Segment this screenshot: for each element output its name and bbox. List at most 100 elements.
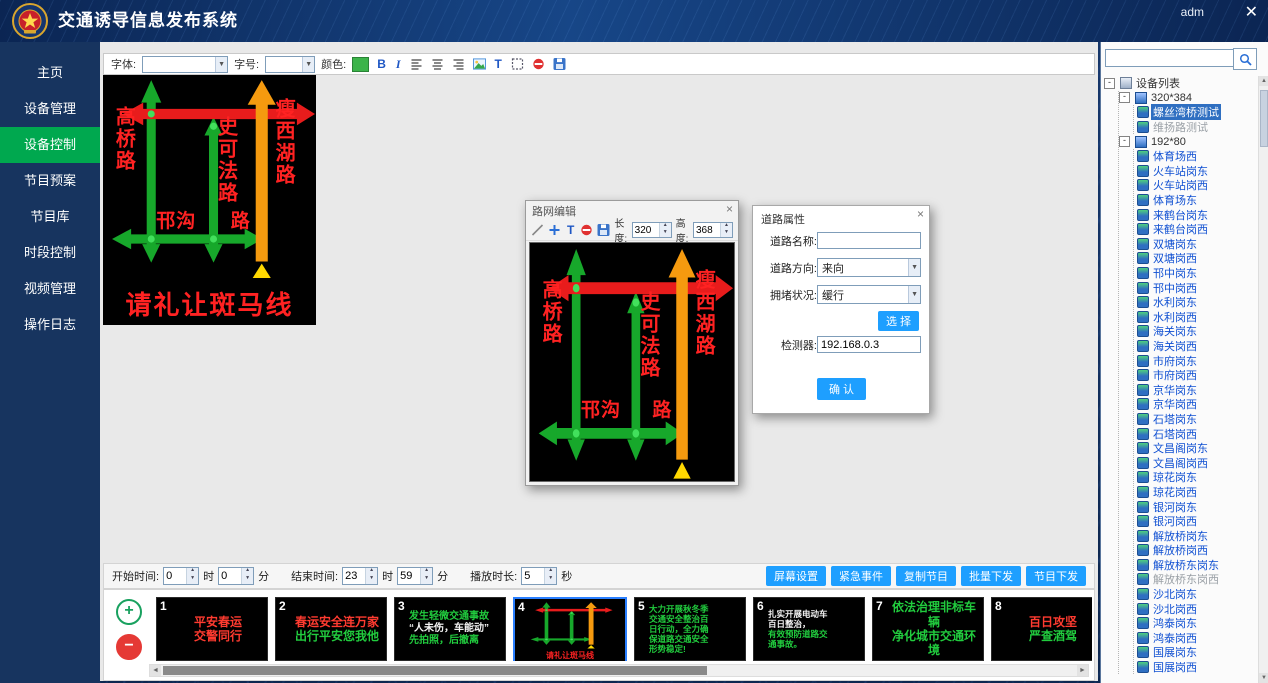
font-family-select[interactable]: ▼ — [142, 56, 228, 73]
insert-image-icon[interactable] — [472, 57, 487, 71]
roadnet-canvas[interactable]: 高桥路 史可法路 瘦西湖路 邗沟 路 — [529, 242, 735, 482]
tree-expander-icon[interactable]: - — [1119, 92, 1130, 103]
tree-device-item[interactable]: 海关岗东 — [1134, 324, 1258, 339]
window-close-button[interactable]: ✕ — [1245, 2, 1258, 22]
start-minute-input[interactable]: ▲▼ — [218, 567, 254, 585]
sidebar-item-6[interactable]: 视频管理 — [0, 271, 100, 307]
start-hour-input[interactable]: ▲▼ — [163, 567, 199, 585]
tree-device-item[interactable]: 石塔岗东 — [1134, 412, 1258, 427]
tree-device-item[interactable]: 琼花岗西 — [1134, 485, 1258, 500]
tree-device-item[interactable]: 国展岗西 — [1134, 660, 1258, 675]
tree-expander-icon[interactable]: - — [1104, 78, 1115, 89]
tree-device-item[interactable]: 市府岗东 — [1134, 353, 1258, 368]
device-search-input[interactable] — [1105, 49, 1243, 67]
vertical-scrollbar[interactable]: ▲ ▼ — [1258, 76, 1268, 683]
program-thumb-6[interactable]: 6扎实开展电动车百日整治，有效预防道路交通事故。 — [753, 597, 865, 661]
spinner[interactable]: ▲▼ — [659, 223, 671, 237]
tree-device-item[interactable]: 双塘岗东 — [1134, 237, 1258, 252]
tree-device-item[interactable]: 水利岗东 — [1134, 295, 1258, 310]
confirm-button[interactable]: 确 认 — [817, 378, 866, 400]
program-thumb-3[interactable]: 3发生轻微交通事故“人未伤，车能动”先拍照，后撤离 — [394, 597, 506, 661]
tree-device-item[interactable]: 来鹤台岗西 — [1134, 222, 1258, 237]
scrollbar-thumb[interactable] — [1260, 90, 1268, 147]
tree-root[interactable]: -设备列表 — [1104, 76, 1258, 91]
duration-input[interactable]: ▲▼ — [521, 567, 557, 585]
add-program-button[interactable]: + — [116, 599, 142, 625]
close-icon[interactable]: × — [917, 207, 924, 221]
sidebar-item-1[interactable]: 设备管理 — [0, 91, 100, 127]
program-thumb-5[interactable]: 5大力开展秋冬季交通安全整治百日行动，全力确保道路交通安全形势稳定! — [634, 597, 746, 661]
sidebar-item-0[interactable]: 主页 — [0, 55, 100, 91]
batch-send-button[interactable]: 批量下发 — [961, 566, 1021, 586]
tree-device-item[interactable]: 文昌阁岗西 — [1134, 455, 1258, 470]
tree-device-item[interactable]: 邗中岗东 — [1134, 266, 1258, 281]
tree-device-item[interactable]: 沙北岗东 — [1134, 587, 1258, 602]
program-thumb-1[interactable]: 1平安春运交警同行 — [156, 597, 268, 661]
tree-device-item[interactable]: 螺丝湾桥测试 — [1134, 105, 1258, 120]
tree-device-item[interactable]: 解放桥东岗东 — [1134, 558, 1258, 573]
spinner[interactable]: ▲▼ — [186, 568, 198, 584]
tree-device-item[interactable]: 京华岗西 — [1134, 397, 1258, 412]
copy-program-button[interactable]: 复制节目 — [896, 566, 956, 586]
spinner[interactable]: ▲▼ — [420, 568, 432, 584]
tree-device-item[interactable]: 京华岗东 — [1134, 382, 1258, 397]
tree-device-item[interactable]: 国展岗东 — [1134, 645, 1258, 660]
sign-preview-panel[interactable]: 高桥路 史可法路 瘦西湖路 邗沟 路 请礼让斑马线 — [103, 75, 316, 325]
save-icon[interactable] — [597, 223, 610, 237]
program-thumb-7[interactable]: 7依法治理非标车辆净化城市交通环境 — [872, 597, 984, 661]
road-direction-select[interactable]: 来向 ▼ — [817, 258, 921, 277]
tree-device-item[interactable]: 石塔岗西 — [1134, 426, 1258, 441]
tree-device-item[interactable]: 海关岗西 — [1134, 339, 1258, 354]
tree-device-item[interactable]: 火车站岗东 — [1134, 164, 1258, 179]
tree-group-1[interactable]: -192*80 — [1119, 134, 1258, 149]
dialog-titlebar[interactable]: 路网编辑 × — [526, 201, 738, 220]
congestion-select[interactable]: 缓行 ▼ — [817, 285, 921, 304]
tree-device-item[interactable]: 水利岗西 — [1134, 310, 1258, 325]
tree-device-item[interactable]: 解放桥岗西 — [1134, 543, 1258, 558]
save-icon[interactable] — [552, 57, 567, 71]
tree-device-item[interactable]: 解放桥岗东 — [1134, 528, 1258, 543]
add-road-icon[interactable] — [548, 223, 561, 237]
horizontal-scrollbar[interactable]: ◄ ► — [149, 664, 1089, 677]
sidebar-item-2[interactable]: 设备控制 — [0, 127, 100, 163]
screen-settings-button[interactable]: 屏幕设置 — [766, 566, 826, 586]
tree-device-item[interactable]: 体育场东 — [1134, 193, 1258, 208]
program-thumb-8[interactable]: 8百日攻坚严查酒驾 — [991, 597, 1092, 661]
tree-device-item[interactable]: 沙北岗西 — [1134, 601, 1258, 616]
scroll-right-icon[interactable]: ► — [1077, 665, 1088, 676]
scroll-up-icon[interactable]: ▲ — [1259, 76, 1268, 86]
tree-expander-icon[interactable]: - — [1119, 136, 1130, 147]
program-send-button[interactable]: 节目下发 — [1026, 566, 1086, 586]
tree-device-item[interactable]: 文昌阁岗东 — [1134, 441, 1258, 456]
program-thumb-2[interactable]: 2春运安全连万家出行平安您我他 — [275, 597, 387, 661]
align-right-icon[interactable] — [451, 57, 466, 71]
text-tool-button[interactable]: T — [493, 57, 504, 71]
line-tool-icon[interactable] — [531, 223, 544, 237]
spinner[interactable]: ▲▼ — [365, 568, 377, 584]
tree-device-item[interactable]: 银河岗西 — [1134, 514, 1258, 529]
tree-device-item[interactable]: 维扬路测试 — [1134, 120, 1258, 135]
align-center-icon[interactable] — [430, 57, 445, 71]
tree-device-item[interactable]: 鸿泰岗东 — [1134, 616, 1258, 631]
italic-button[interactable]: I — [394, 57, 403, 72]
road-name-input[interactable] — [817, 232, 921, 249]
delete-icon[interactable] — [580, 223, 593, 237]
canvas-length-input[interactable]: ▲▼ — [632, 222, 672, 238]
sidebar-item-4[interactable]: 节目库 — [0, 199, 100, 235]
current-user[interactable]: adm — [1181, 5, 1204, 19]
detector-input[interactable] — [817, 336, 921, 353]
font-size-select[interactable]: ▼ — [265, 56, 315, 73]
sidebar-item-5[interactable]: 时段控制 — [0, 235, 100, 271]
tree-device-item[interactable]: 琼花岗东 — [1134, 470, 1258, 485]
scroll-left-icon[interactable]: ◄ — [150, 665, 161, 676]
delete-icon[interactable] — [531, 57, 546, 71]
scrollbar-thumb[interactable] — [163, 666, 707, 675]
canvas-height-input[interactable]: ▲▼ — [693, 222, 733, 238]
end-hour-input[interactable]: ▲▼ — [342, 567, 378, 585]
dialog-titlebar[interactable]: 道路属性 × — [753, 206, 929, 227]
spinner[interactable]: ▲▼ — [544, 568, 556, 584]
align-left-icon[interactable] — [409, 57, 424, 71]
tree-device-item[interactable]: 火车站岗西 — [1134, 178, 1258, 193]
bold-button[interactable]: B — [375, 57, 388, 71]
close-icon[interactable]: × — [726, 202, 733, 216]
